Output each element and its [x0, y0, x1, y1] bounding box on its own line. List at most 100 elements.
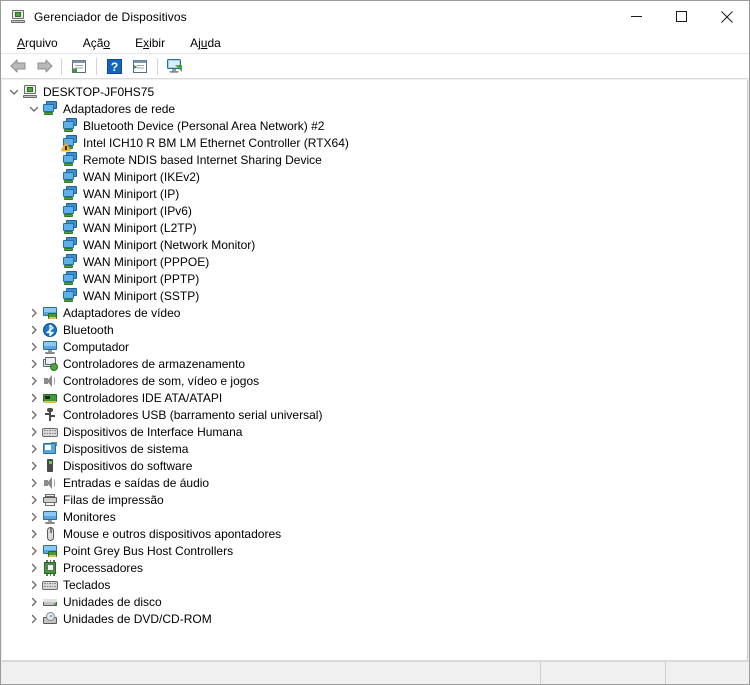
tree-item[interactable]: Intel ICH10 R BM LM Ethernet Controller … [2, 134, 747, 151]
hid-keyboard-icon [42, 577, 58, 593]
tree-item[interactable]: Mouse e outros dispositivos apontadores [2, 525, 747, 542]
network-adapter-icon [62, 236, 78, 253]
tree-item[interactable]: WAN Miniport (IPv6) [2, 202, 747, 219]
software-device-icon [42, 458, 58, 474]
device-tree[interactable]: DESKTOP-JF0HS75 Adaptadores de rede Blueto… [2, 80, 748, 661]
chevron-right-icon[interactable] [26, 543, 42, 559]
tree-item-label: WAN Miniport (IPv6) [83, 203, 192, 218]
content-area: DESKTOP-JF0HS75 Adaptadores de rede Blueto… [1, 79, 749, 661]
tree-item-label: Intel ICH10 R BM LM Ethernet Controller … [83, 135, 349, 150]
tree-item[interactable]: Dispositivos do software [2, 457, 747, 474]
maximize-button[interactable] [659, 1, 704, 32]
tree-item-label: Dispositivos do software [63, 458, 193, 473]
tree-item-label: Controladores de som, vídeo e jogos [63, 373, 260, 388]
forward-button[interactable] [32, 55, 56, 77]
ide-controller-icon [42, 390, 58, 406]
tree-item-label: Unidades de disco [63, 594, 162, 609]
tree-item[interactable]: WAN Miniport (SSTP) [2, 287, 747, 304]
chevron-right-icon[interactable] [26, 509, 42, 525]
tree-item[interactable]: WAN Miniport (IKEv2) [2, 168, 747, 185]
tree-item[interactable]: Controladores USB (barramento serial uni… [2, 406, 747, 423]
tree-item[interactable]: WAN Miniport (PPTP) [2, 270, 747, 287]
tree-item-label: Controladores IDE ATA/ATAPI [63, 390, 223, 405]
chevron-right-icon[interactable] [26, 492, 42, 508]
chevron-right-icon[interactable] [26, 458, 42, 474]
tree-item[interactable]: Adaptadores de vídeo [2, 304, 747, 321]
tree-item[interactable]: Dispositivos de Interface Humana [2, 423, 747, 440]
network-adapter-icon [62, 219, 78, 236]
tree-root-item[interactable]: DESKTOP-JF0HS75 [2, 83, 747, 100]
hid-keyboard-icon [42, 424, 58, 440]
back-button[interactable] [6, 55, 30, 77]
tree-item[interactable]: WAN Miniport (IP) [2, 185, 747, 202]
tree-item[interactable]: Processadores [2, 559, 747, 576]
tree-item[interactable]: Point Grey Bus Host Controllers [2, 542, 747, 559]
tree-item[interactable]: Unidades de DVD/CD-ROM [2, 610, 747, 627]
tree-item[interactable]: Controladores de som, vídeo e jogos [2, 372, 747, 389]
tree-item[interactable]: Teclados [2, 576, 747, 593]
status-text-1 [1, 662, 540, 670]
menu-ajuda[interactable]: Ajuda [182, 34, 230, 52]
tree-item[interactable]: Filas de impressão [2, 491, 747, 508]
status-bar [1, 661, 749, 684]
tree-item-label: Remote NDIS based Internet Sharing Devic… [83, 152, 322, 167]
minimize-button[interactable] [614, 1, 659, 32]
processor-icon [42, 559, 58, 576]
tree-item[interactable]: Entradas e saídas de áudio [2, 474, 747, 491]
help-button[interactable]: ? [102, 55, 126, 77]
scan-hardware-button[interactable] [128, 55, 152, 77]
show-hidden-devices-button[interactable] [163, 55, 187, 77]
tree-item[interactable]: Monitores [2, 508, 747, 525]
tree-item[interactable]: Controladores IDE ATA/ATAPI [2, 389, 747, 406]
tree-item[interactable]: Remote NDIS based Internet Sharing Devic… [2, 151, 747, 168]
network-adapter-warning-icon [61, 134, 78, 151]
chevron-right-icon[interactable] [26, 356, 42, 372]
menu-exibir[interactable]: Exibir [127, 34, 174, 52]
chevron-right-icon[interactable] [26, 390, 42, 406]
tree-item[interactable]: Bluetooth [2, 321, 747, 338]
chevron-right-icon[interactable] [26, 526, 42, 542]
tree-item-label: WAN Miniport (IP) [83, 186, 180, 201]
tree-item[interactable]: Controladores de armazenamento [2, 355, 747, 372]
chevron-down-icon[interactable] [26, 101, 42, 117]
tree-item[interactable]: WAN Miniport (L2TP) [2, 219, 747, 236]
tree-item-label: Teclados [63, 577, 111, 592]
network-adapter-icon [42, 100, 58, 117]
tree-item-label: Controladores de armazenamento [63, 356, 246, 371]
tree-item-label: Bluetooth [63, 322, 114, 337]
chevron-right-icon[interactable] [26, 611, 42, 627]
chevron-right-icon[interactable] [26, 560, 42, 576]
bluetooth-icon [42, 322, 58, 338]
chevron-right-icon[interactable] [26, 424, 42, 440]
chevron-right-icon[interactable] [26, 339, 42, 355]
properties-button[interactable] [67, 55, 91, 77]
tree-item[interactable]: Adaptadores de rede [2, 100, 747, 117]
menu-arquivo[interactable]: Arquivo [9, 34, 67, 52]
tree-item[interactable]: Dispositivos de sistema [2, 440, 747, 457]
chevron-right-icon[interactable] [26, 305, 42, 321]
chevron-right-icon[interactable] [26, 475, 42, 491]
chevron-right-icon[interactable] [26, 441, 42, 457]
chevron-right-icon[interactable] [26, 373, 42, 389]
tree-item[interactable]: Bluetooth Device (Personal Area Network)… [2, 117, 747, 134]
chevron-right-icon[interactable] [26, 407, 42, 423]
tree-item[interactable]: Unidades de disco [2, 593, 747, 610]
chevron-down-icon[interactable] [6, 84, 22, 100]
close-button[interactable] [704, 1, 749, 32]
tree-item[interactable]: Computador [2, 338, 747, 355]
tree-item-label: Controladores USB (barramento serial uni… [63, 407, 323, 422]
tree-item-label: DESKTOP-JF0HS75 [43, 84, 155, 99]
tree-item-label: WAN Miniport (IKEv2) [83, 169, 200, 184]
tree-item-label: Processadores [63, 560, 144, 575]
chevron-right-icon[interactable] [26, 577, 42, 593]
chevron-right-icon[interactable] [26, 322, 42, 338]
status-pane-3 [666, 662, 749, 684]
menu-acao[interactable]: Ação [75, 34, 119, 52]
chevron-right-icon[interactable] [26, 594, 42, 610]
tree-item[interactable]: WAN Miniport (Network Monitor) [2, 236, 747, 253]
system-device-icon [42, 441, 58, 457]
tree-item[interactable]: WAN Miniport (PPPOE) [2, 253, 747, 270]
